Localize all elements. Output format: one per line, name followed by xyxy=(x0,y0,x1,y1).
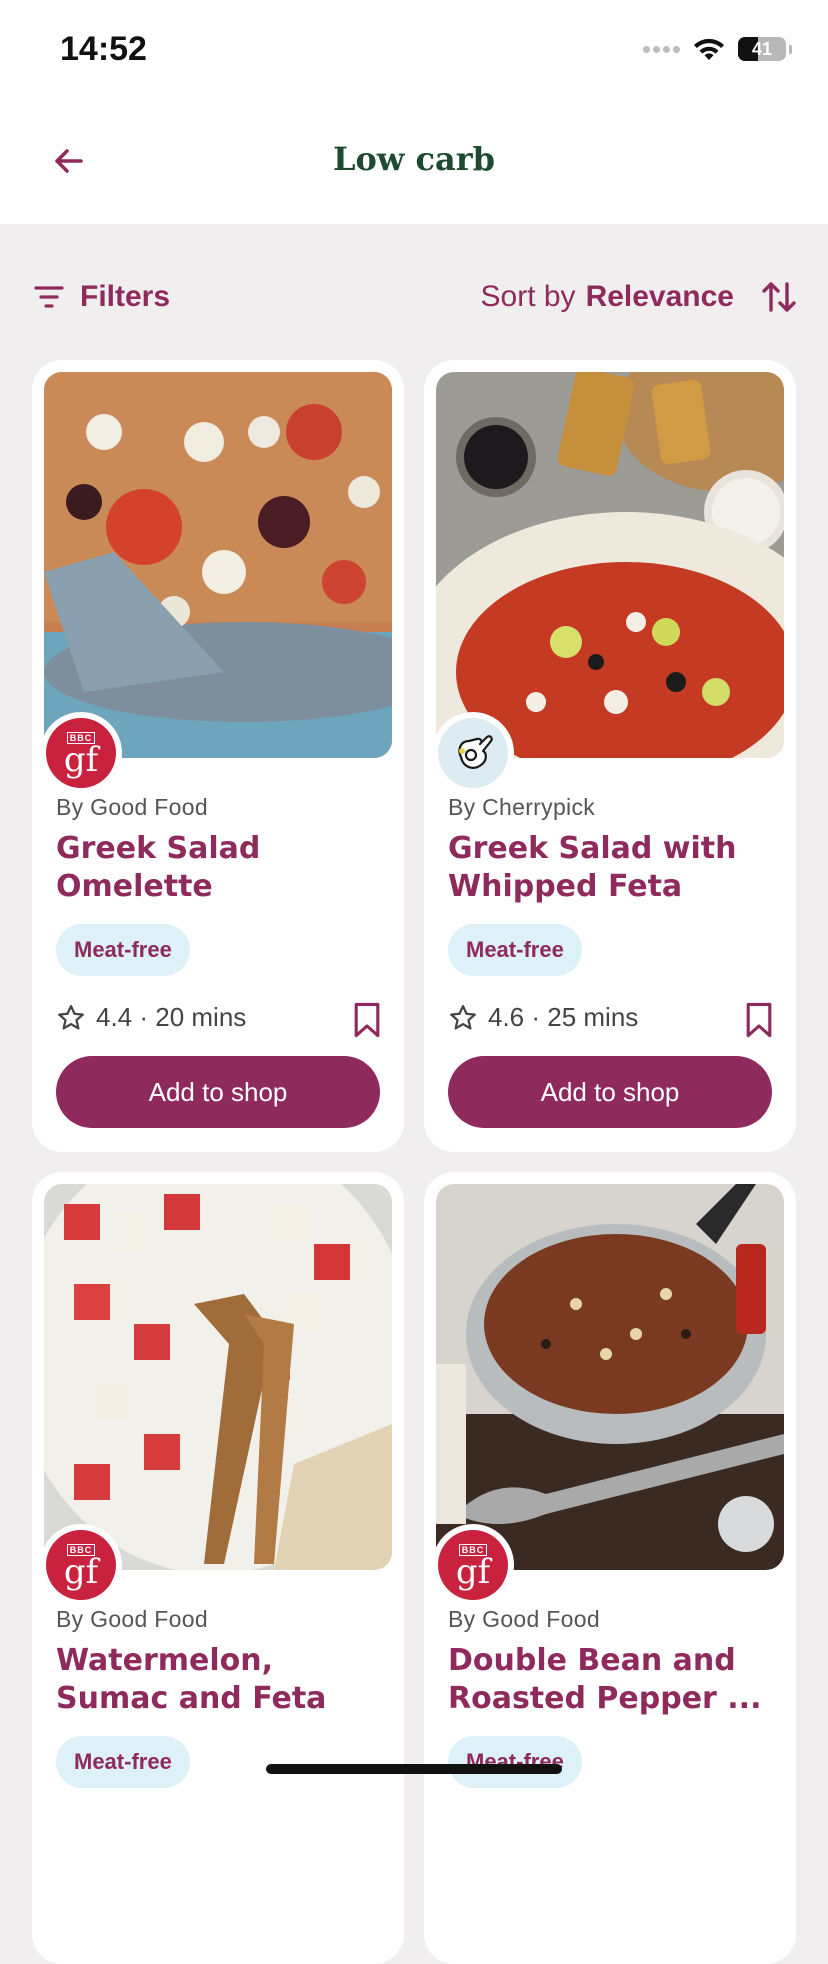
recipe-meta: 4.6 · 25 mins xyxy=(448,1002,638,1033)
good-food-logo-icon: BBC gf xyxy=(46,718,116,788)
page-title: Low carb xyxy=(333,140,495,178)
recipe-source: By Good Food xyxy=(56,794,208,820)
home-indicator xyxy=(266,1764,562,1774)
filter-icon xyxy=(34,286,64,308)
recipe-image-omelette xyxy=(44,372,392,758)
diet-tag: Meat-free xyxy=(448,924,582,976)
recipe-card[interactable]: By Cherrypick Greek Salad with Whipped F… xyxy=(424,360,796,1152)
recipe-source: By Good Food xyxy=(448,1606,600,1632)
filters-button[interactable]: Filters xyxy=(34,280,170,314)
recipe-card[interactable]: BBC gf By Good Food Watermelon, Sumac and… xyxy=(32,1172,404,1964)
source-badge: BBC gf xyxy=(432,1524,514,1606)
recipe-source: By Good Food xyxy=(56,1606,208,1632)
wifi-icon xyxy=(694,38,724,60)
recipe-image-watermelon-salad xyxy=(44,1184,392,1570)
recipe-meta: 4.4 · 20 mins xyxy=(56,1002,246,1033)
source-badge xyxy=(432,712,514,794)
battery-level-text: 41 xyxy=(751,39,773,59)
diet-tag: Meat-free xyxy=(56,1736,190,1788)
sort-button[interactable]: Sort by Relevance xyxy=(481,280,796,314)
filter-sort-toolbar: Filters Sort by Relevance xyxy=(0,270,828,330)
recipe-title[interactable]: Double Bean and Roasted Pepper ... xyxy=(448,1642,778,1718)
recipe-source: By Cherrypick xyxy=(448,794,596,820)
rating-time: 4.6 · 25 mins xyxy=(488,1002,639,1032)
rating-time: 4.4 · 20 mins xyxy=(96,1002,247,1032)
bookmark-icon[interactable] xyxy=(352,1002,382,1038)
recipe-image-greek-salad xyxy=(436,372,784,758)
status-bar: 14:52 41 xyxy=(0,0,828,100)
recipe-title[interactable]: Watermelon, Sumac and Feta Salad xyxy=(56,1642,386,1722)
add-to-shop-button[interactable]: Add to shop xyxy=(56,1056,380,1128)
recipe-card[interactable]: BBC gf By Good Food Greek Salad Omelette … xyxy=(32,360,404,1152)
good-food-logo-icon: BBC gf xyxy=(438,1530,508,1600)
good-food-logo-icon: BBC gf xyxy=(46,1530,116,1600)
recipe-title[interactable]: Greek Salad with Whipped Feta xyxy=(448,830,778,906)
sort-prefix: Sort by xyxy=(480,280,576,313)
source-badge: BBC gf xyxy=(40,1524,122,1606)
filters-label: Filters xyxy=(80,280,171,313)
sort-arrows-icon xyxy=(762,282,796,312)
sort-value: Relevance xyxy=(585,280,734,313)
status-icons: 41 xyxy=(643,34,792,64)
bookmark-icon[interactable] xyxy=(744,1002,774,1038)
add-to-shop-button[interactable]: Add to shop xyxy=(448,1056,772,1128)
cellular-signal-icon xyxy=(643,45,680,53)
source-badge: BBC gf xyxy=(40,712,122,794)
status-time: 14:52 xyxy=(60,30,147,68)
recipe-grid: BBC gf By Good Food Greek Salad Omelette … xyxy=(32,360,796,1964)
cherrypick-logo-icon xyxy=(438,718,508,788)
navigation-header: Low carb xyxy=(0,100,828,224)
star-icon xyxy=(450,1004,476,1029)
recipe-card[interactable]: BBC gf By Good Food Double Bean and Roast… xyxy=(424,1172,796,1964)
recipe-title[interactable]: Greek Salad Omelette xyxy=(56,830,386,906)
recipe-image-bean-pepper xyxy=(436,1184,784,1570)
battery-icon: 41 xyxy=(738,37,786,61)
diet-tag: Meat-free xyxy=(56,924,190,976)
diet-tag: Meat-free xyxy=(448,1736,582,1788)
star-icon xyxy=(58,1004,84,1029)
